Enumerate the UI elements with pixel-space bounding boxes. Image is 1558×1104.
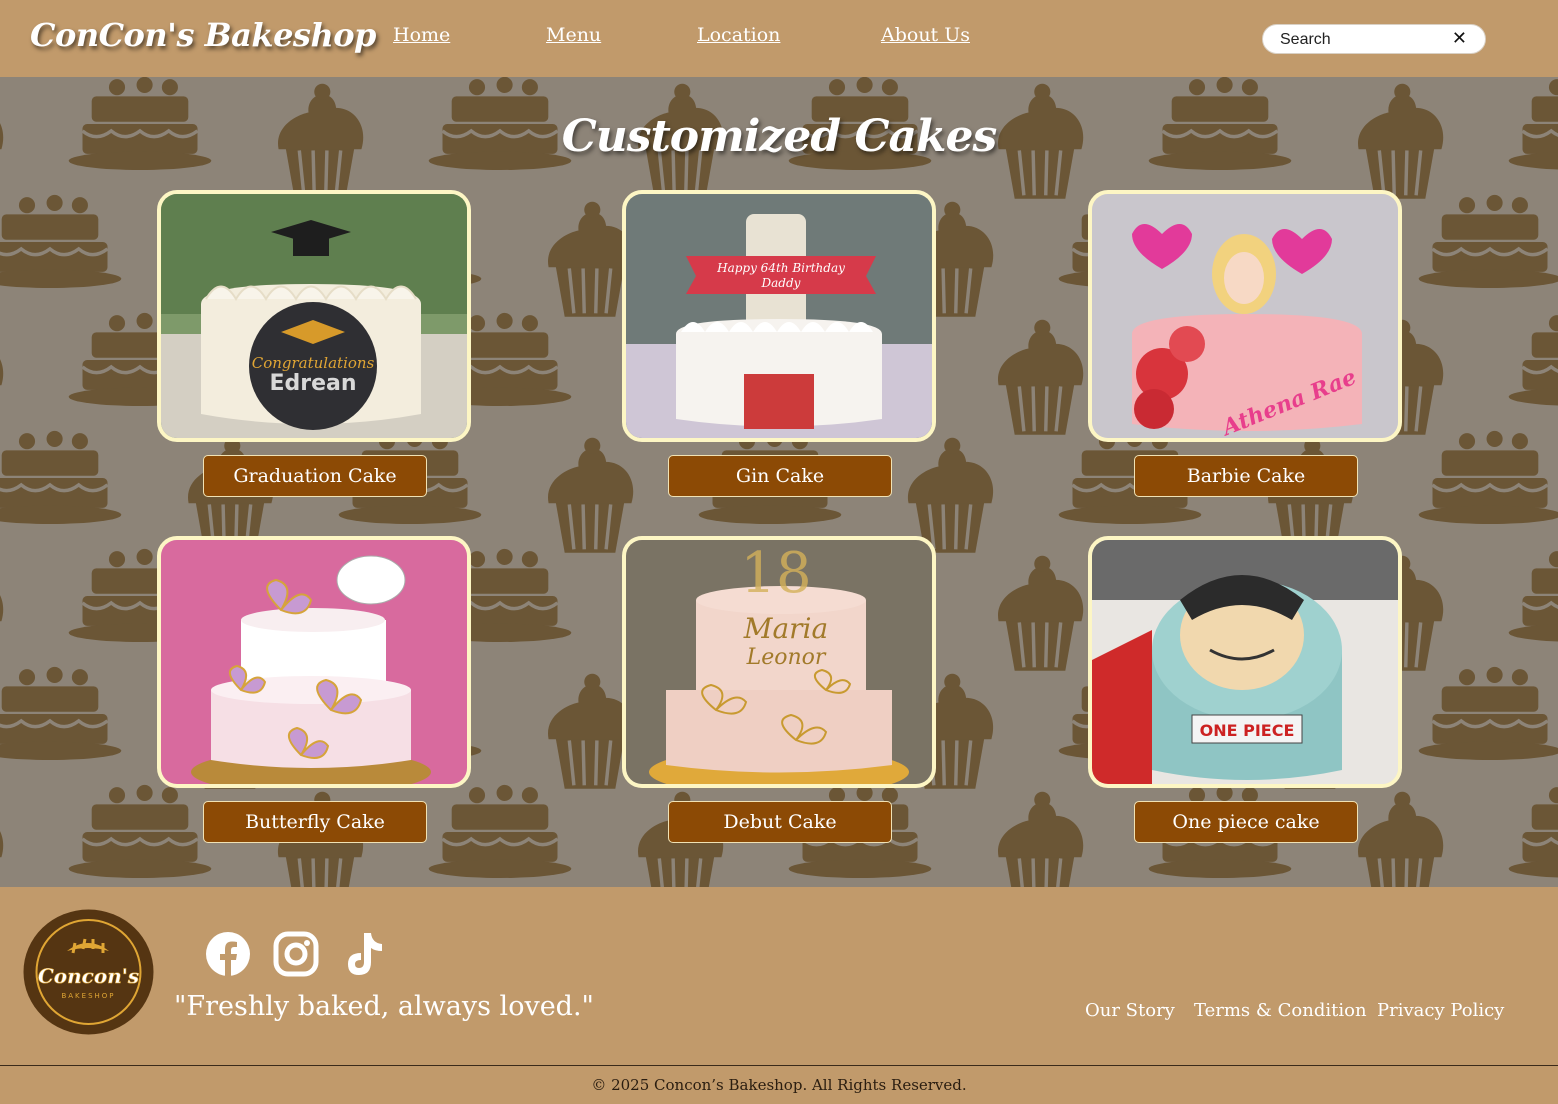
nav-location[interactable]: Location — [697, 24, 780, 46]
debut-cake-photo[interactable]: 18 Maria Leonor — [622, 536, 936, 788]
site-logo[interactable]: ConCon's Bakeshop — [30, 16, 376, 54]
barbie-cake-photo[interactable]: Athena Rae — [1088, 190, 1402, 442]
debut-photo-text: Maria — [743, 612, 828, 645]
search-box: ✕ — [1262, 24, 1486, 54]
tiktok-icon[interactable] — [344, 931, 386, 977]
footer-tagline: "Freshly baked, always loved." — [174, 991, 594, 1022]
gin-cake-photo[interactable]: Happy 64th Birthday Daddy — [622, 190, 936, 442]
nav-menu[interactable]: Menu — [546, 24, 601, 46]
graduation-photo-text-1: Congratulations — [252, 354, 375, 372]
facebook-icon[interactable] — [205, 931, 251, 977]
one-piece-cake-button[interactable]: One piece cake — [1134, 801, 1358, 843]
footer-logo-name: Concon's — [38, 964, 139, 988]
butterfly-cake-button[interactable]: Butterfly Cake — [203, 801, 427, 843]
svg-text:Leonor: Leonor — [746, 645, 827, 670]
search-input[interactable] — [1278, 29, 1452, 51]
one-piece-photo-text: ONE PIECE — [1200, 721, 1295, 740]
butterfly-cake-photo[interactable] — [157, 536, 471, 788]
nav-home[interactable]: Home — [393, 24, 450, 46]
close-icon[interactable]: ✕ — [1452, 29, 1467, 49]
footer-link-our-story[interactable]: Our Story — [1085, 1000, 1175, 1021]
graduation-cake-photo[interactable]: Congratulations Edrean — [157, 190, 471, 442]
graduation-cake-button[interactable]: Graduation Cake — [203, 455, 427, 497]
barbie-cake-button[interactable]: Barbie Cake — [1134, 455, 1358, 497]
nav-about-us[interactable]: About Us — [881, 24, 970, 46]
copyright-text: © 2025 Concon’s Bakeshop. All Rights Res… — [591, 1076, 967, 1094]
site-header: ConCon's Bakeshop Home Menu Location Abo… — [0, 0, 1558, 77]
footer-logo-sub: BAKESHOP — [61, 992, 115, 1000]
footer-logo[interactable]: Concon's BAKESHOP — [23, 909, 154, 1035]
gin-photo-text: Happy 64th Birthday — [716, 261, 845, 275]
gin-cake-button[interactable]: Gin Cake — [668, 455, 892, 497]
page-title: Customized Cakes — [561, 111, 998, 162]
svg-text:Daddy: Daddy — [761, 276, 801, 290]
graduation-photo-text-2: Edrean — [269, 371, 356, 396]
debut-cake-button[interactable]: Debut Cake — [668, 801, 892, 843]
footer-link-terms[interactable]: Terms & Condition — [1194, 1000, 1367, 1021]
instagram-icon[interactable] — [273, 931, 319, 977]
debut-photo-number: 18 — [740, 541, 811, 606]
one-piece-cake-photo[interactable]: ONE PIECE — [1088, 536, 1402, 788]
main-content: Customized Cakes Congratulations Edrean … — [0, 77, 1558, 887]
footer-link-privacy[interactable]: Privacy Policy — [1377, 1000, 1504, 1021]
site-footer: Concon's BAKESHOP "Freshly baked, always… — [0, 887, 1558, 1065]
copyright-bar: © 2025 Concon’s Bakeshop. All Rights Res… — [0, 1065, 1558, 1104]
